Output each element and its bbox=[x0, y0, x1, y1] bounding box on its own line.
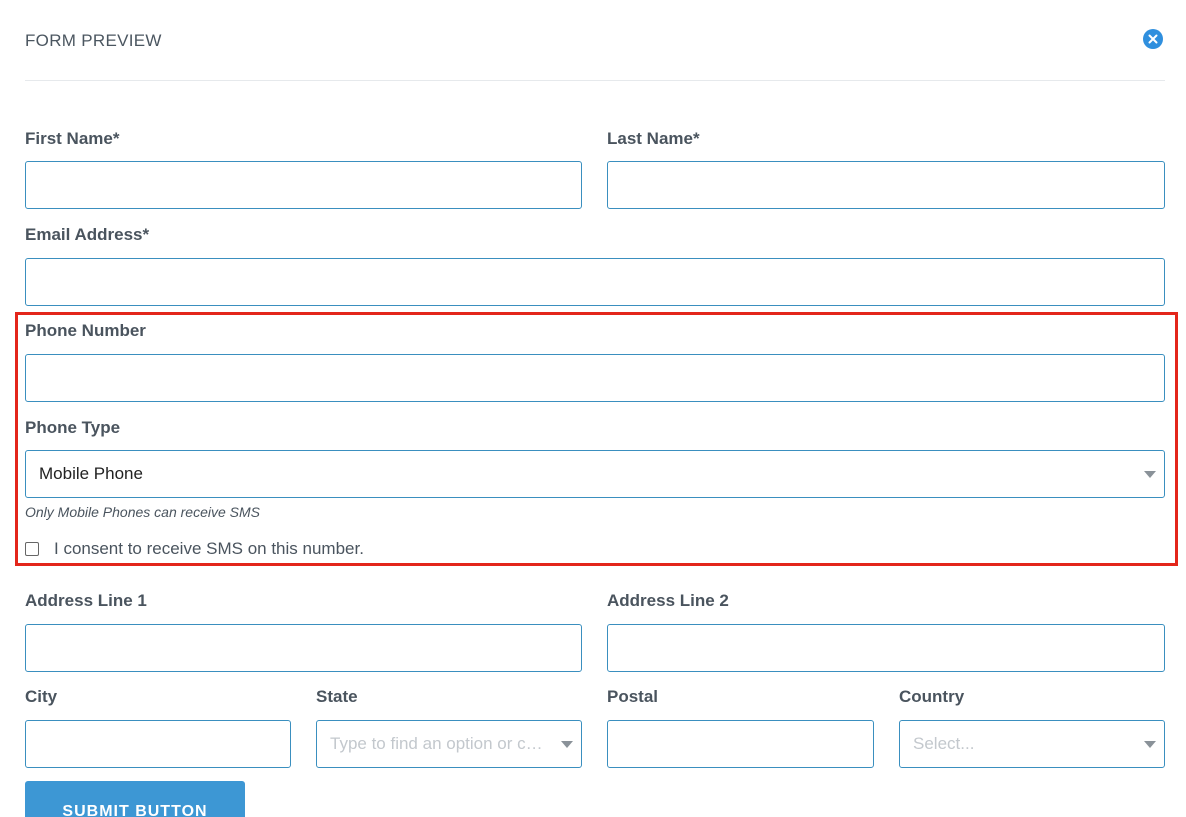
first-name-input[interactable] bbox=[25, 161, 582, 209]
sms-consent-checkbox[interactable] bbox=[25, 542, 39, 556]
last-name-label: Last Name* bbox=[607, 129, 700, 148]
phone-type-select[interactable]: Mobile Phone bbox=[25, 450, 1165, 498]
first-name-label: First Name* bbox=[25, 129, 120, 148]
phone-type-hint: Only Mobile Phones can receive SMS bbox=[25, 504, 260, 520]
sms-consent: I consent to receive SMS on this number. bbox=[25, 539, 364, 559]
country-select[interactable]: Select... bbox=[899, 720, 1165, 768]
address-line-2-input[interactable] bbox=[607, 624, 1165, 672]
chevron-down-icon bbox=[1144, 741, 1156, 748]
state-placeholder: Type to find an option or crea... bbox=[330, 734, 565, 753]
phone-section-highlight bbox=[15, 312, 1178, 566]
page-title: FORM PREVIEW bbox=[25, 31, 162, 50]
address-line-2-label: Address Line 2 bbox=[607, 591, 729, 610]
country-placeholder: Select... bbox=[913, 734, 975, 753]
state-label: State bbox=[316, 687, 358, 706]
chevron-down-icon bbox=[1144, 471, 1156, 478]
chevron-down-icon bbox=[561, 741, 573, 748]
email-label: Email Address* bbox=[25, 225, 150, 244]
address-line-1-label: Address Line 1 bbox=[25, 591, 147, 610]
submit-button[interactable]: SUBMIT BUTTON bbox=[25, 781, 245, 817]
phone-type-label: Phone Type bbox=[25, 418, 121, 437]
state-select[interactable]: Type to find an option or crea... bbox=[316, 720, 582, 768]
email-input[interactable] bbox=[25, 258, 1165, 306]
last-name-input[interactable] bbox=[607, 161, 1165, 209]
country-label: Country bbox=[899, 687, 965, 706]
address-line-1-input[interactable] bbox=[25, 624, 582, 672]
form-preview-header: FORM PREVIEW bbox=[25, 0, 1165, 81]
city-input[interactable] bbox=[25, 720, 291, 768]
city-label: City bbox=[25, 687, 58, 706]
postal-label: Postal bbox=[607, 687, 659, 706]
phone-type-value: Mobile Phone bbox=[39, 464, 143, 483]
close-icon[interactable] bbox=[1143, 29, 1163, 49]
phone-number-label: Phone Number bbox=[25, 321, 146, 340]
phone-number-input[interactable] bbox=[25, 354, 1165, 402]
sms-consent-label: I consent to receive SMS on this number. bbox=[54, 539, 364, 558]
postal-input[interactable] bbox=[607, 720, 874, 768]
